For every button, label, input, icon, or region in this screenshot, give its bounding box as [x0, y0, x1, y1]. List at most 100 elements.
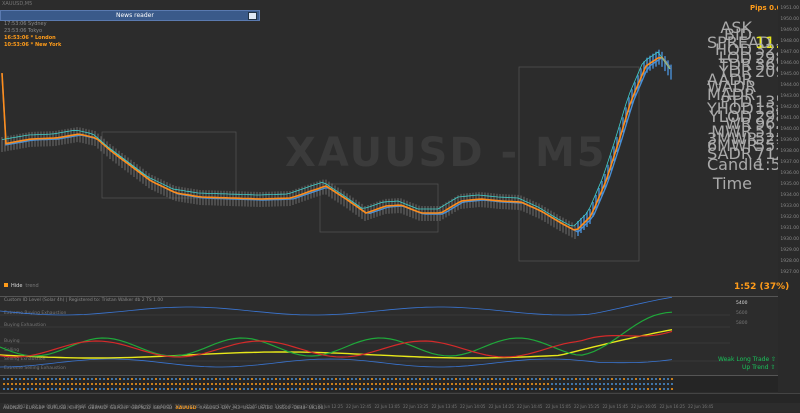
signal-dot	[535, 388, 537, 390]
signal-dot	[295, 378, 297, 380]
signal-dot	[255, 378, 257, 380]
signal-dot	[447, 378, 449, 380]
signal-dot	[527, 388, 529, 390]
signal-dot	[623, 388, 625, 390]
signal-dot	[127, 378, 129, 380]
signal-dot	[543, 388, 545, 390]
price-tick: 1948.00	[780, 39, 799, 44]
stat-row: BID	[705, 25, 777, 44]
signal-dot	[87, 383, 89, 385]
signal-dot	[491, 378, 493, 380]
main-chart[interactable]: XAUUSD,M5 News reader 17:53:06 Sydney 23:…	[0, 0, 800, 412]
signal-dot	[407, 388, 409, 390]
signal-dot	[443, 388, 445, 390]
signal-dot	[211, 388, 213, 390]
signal-dot	[539, 378, 541, 380]
signal-dot	[247, 378, 249, 380]
stat-row: MADR	[705, 85, 777, 104]
signal-dot	[439, 388, 441, 390]
stat-row: YLOD 2980	[705, 107, 796, 126]
signal-dot	[163, 383, 165, 385]
signal-dot	[471, 383, 473, 385]
signal-dot	[323, 383, 325, 385]
signal-dot	[99, 383, 101, 385]
time-tick: 22 Jun 12:25	[317, 404, 343, 409]
stat-row: TDR 3650	[705, 55, 796, 74]
signal-dot	[203, 388, 205, 390]
oscillator-subwindow[interactable]: Custom ID Level (Solar 4h) | Registered …	[0, 296, 778, 376]
symbol-tabs[interactable]: AUDNZD EURGBP EURUSD CHFJPY GBPAUD GBPCHF GBPN…	[0, 393, 800, 411]
signal-dot	[595, 383, 597, 385]
price-tick: 1949.00	[780, 28, 799, 33]
signal-dot	[123, 378, 125, 380]
signal-dot	[307, 378, 309, 380]
signal-dot	[7, 378, 9, 380]
signal-dot	[19, 378, 21, 380]
stat-row: 6MWR 5578	[705, 136, 796, 155]
signal-dot	[175, 388, 177, 390]
signal-dot	[303, 388, 305, 390]
signal-dot	[107, 388, 109, 390]
signal-dot	[155, 378, 157, 380]
signal-dot	[395, 388, 397, 390]
signal-dot	[79, 378, 81, 380]
signal-dot	[659, 383, 661, 385]
stat-row: WADR	[705, 77, 777, 96]
signal-dot	[219, 388, 221, 390]
signal-dot	[59, 383, 61, 385]
signal-dot	[131, 383, 133, 385]
signal-dot	[335, 378, 337, 380]
signal-dot	[547, 388, 549, 390]
signal-dot	[231, 378, 233, 380]
signal-dot	[135, 378, 137, 380]
price-tick: 1935.00	[780, 182, 799, 187]
signal-dot	[455, 378, 457, 380]
signal-dot	[303, 378, 305, 380]
signal-long-trade: Weak Long Trade ⇧	[718, 356, 776, 363]
signal-dot	[27, 388, 29, 390]
time-tick: 22 Jun 13:05	[374, 404, 400, 409]
signal-dot	[15, 378, 17, 380]
signal-dot	[107, 383, 109, 385]
signal-dot	[591, 378, 593, 380]
signal-dot	[67, 383, 69, 385]
signal-dot	[107, 378, 109, 380]
signal-dot	[511, 378, 513, 380]
signal-dot	[627, 388, 629, 390]
signal-dot	[607, 378, 609, 380]
signal-dot	[95, 388, 97, 390]
signal-dot	[139, 378, 141, 380]
signal-dot	[383, 378, 385, 380]
signal-dot	[223, 388, 225, 390]
stat-value: 1:52	[755, 155, 791, 175]
signal-dot	[243, 383, 245, 385]
signal-dot	[559, 378, 561, 380]
signal-dot	[435, 383, 437, 385]
time-tick: 22 Jun 10:05	[118, 404, 144, 409]
signal-dot	[59, 378, 61, 380]
signal-dot	[67, 378, 69, 380]
legend-hide[interactable]: Hide trend	[4, 283, 39, 289]
signal-dot	[391, 378, 393, 380]
signal-dot	[187, 383, 189, 385]
signal-dot	[419, 383, 421, 385]
signal-dot	[271, 383, 273, 385]
price-tick: 1947.00	[780, 50, 799, 55]
signal-dot	[663, 388, 665, 390]
signal-dot	[167, 383, 169, 385]
signal-dot	[363, 383, 365, 385]
signal-dot	[459, 388, 461, 390]
signal-dot	[203, 383, 205, 385]
signal-dot	[659, 388, 661, 390]
signal-dot	[611, 388, 613, 390]
signal-dot	[411, 388, 413, 390]
signal-dot	[179, 383, 181, 385]
signal-dot	[363, 378, 365, 380]
signal-dot	[463, 383, 465, 385]
signal-dot	[383, 388, 385, 390]
signal-dot	[155, 388, 157, 390]
signal-dot	[383, 383, 385, 385]
signal-dot	[615, 383, 617, 385]
signal-dot	[235, 388, 237, 390]
signal-dot	[647, 383, 649, 385]
